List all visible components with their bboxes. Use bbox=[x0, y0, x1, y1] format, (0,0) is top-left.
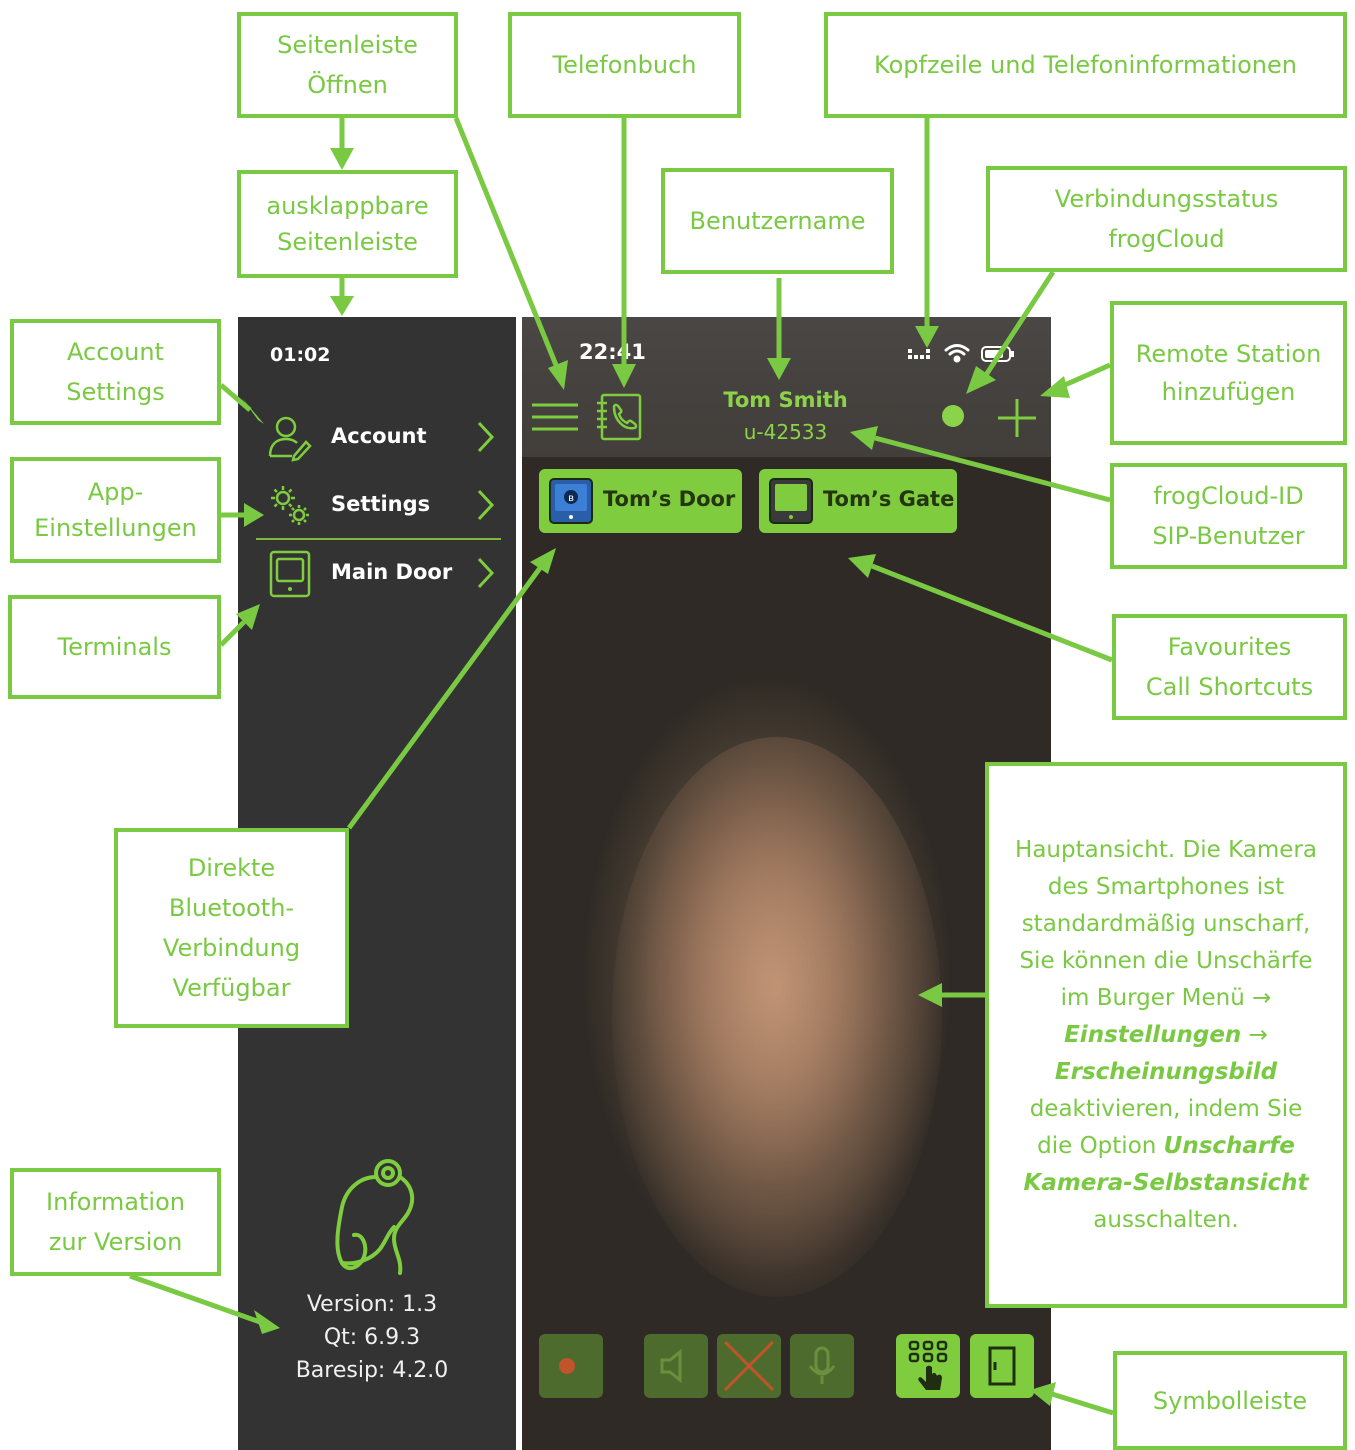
sidebar-item-main-door[interactable]: Main Door bbox=[238, 544, 516, 604]
annotation-remote-station: Remote Station hinzufügen bbox=[1110, 301, 1347, 445]
blurred-self-view bbox=[612, 737, 942, 1297]
sidebar-clock: 01:02 bbox=[270, 344, 331, 366]
baresip-version-text: Baresip: 4.2.0 bbox=[295, 1358, 449, 1383]
annotation-main-view: Hauptansicht. Die Kamera des Smartphones… bbox=[985, 762, 1347, 1308]
user-name: Tom Smith bbox=[723, 388, 848, 412]
annotation-bluetooth: Direkte Bluetooth- Verbindung Verfügbar bbox=[114, 828, 349, 1028]
add-remote-station-button[interactable] bbox=[996, 397, 1038, 439]
phonebook-icon[interactable] bbox=[594, 393, 644, 441]
sidebar-divider bbox=[256, 538, 501, 540]
chevron-right-icon bbox=[477, 489, 495, 521]
favourite-label: Tom’s Door bbox=[603, 487, 736, 511]
annotation-account-settings: Account Settings bbox=[10, 319, 221, 425]
annotation-frogcloud-id: frogCloud-ID SIP-Benutzer bbox=[1110, 463, 1347, 569]
microphone-button[interactable] bbox=[790, 1334, 854, 1398]
speaker-button[interactable] bbox=[644, 1334, 708, 1398]
version-text: Version: 1.3 bbox=[306, 1292, 438, 1317]
chevron-right-icon bbox=[477, 557, 495, 589]
terminal-icon bbox=[769, 478, 813, 524]
cloud-status-indicator bbox=[942, 405, 964, 427]
sidebar-item-label: Settings bbox=[331, 492, 431, 516]
main-camera-view: 22:41 Tom Smith u-42533 ʙ Tom’s Door Tom… bbox=[522, 317, 1051, 1450]
record-icon bbox=[559, 1358, 575, 1374]
sidebar-item-label: Main Door bbox=[331, 560, 453, 584]
record-button[interactable] bbox=[539, 1334, 603, 1398]
annotation-terminals: Terminals bbox=[8, 595, 221, 699]
sidebar-item-account[interactable]: Account bbox=[238, 408, 516, 468]
annotation-open-sidebar: Seitenleiste Öffnen bbox=[237, 12, 458, 118]
user-edit-icon bbox=[268, 416, 312, 462]
keypad-icon bbox=[908, 1340, 948, 1390]
frog-logo-icon bbox=[335, 1159, 415, 1275]
favourite-label: Tom’s Gate bbox=[823, 487, 955, 511]
status-icons bbox=[908, 344, 1014, 363]
qt-version-text: Qt: 6.9.3 bbox=[323, 1325, 421, 1350]
svg-text:ʙ: ʙ bbox=[568, 493, 574, 504]
door-open-button[interactable] bbox=[970, 1334, 1034, 1398]
wifi-icon bbox=[944, 344, 970, 363]
annotation-favourites: Favourites Call Shortcuts bbox=[1112, 614, 1347, 720]
status-clock: 22:41 bbox=[579, 340, 646, 364]
favourite-toms-gate[interactable]: Tom’s Gate bbox=[759, 469, 957, 533]
burger-menu-button[interactable] bbox=[532, 401, 578, 433]
bluetooth-terminal-icon: ʙ bbox=[549, 478, 593, 524]
door-icon bbox=[988, 1346, 1016, 1386]
annotation-header-info: Kopfzeile und Telefoninformationen bbox=[824, 12, 1347, 118]
microphone-icon bbox=[808, 1346, 836, 1384]
terminal-icon bbox=[269, 550, 311, 598]
signal-icon bbox=[908, 349, 930, 359]
chevron-right-icon bbox=[477, 421, 495, 453]
speaker-icon bbox=[660, 1348, 682, 1384]
annotation-connection-status: Verbindungsstatus frogCloud bbox=[986, 166, 1347, 272]
keypad-button[interactable] bbox=[896, 1334, 960, 1398]
user-id: u-42533 bbox=[743, 420, 828, 444]
annotation-app-settings: App- Einstellungen bbox=[10, 457, 221, 563]
annotation-version-info: Information zur Version bbox=[10, 1168, 221, 1276]
annotation-foldout-sidebar: ausklappbare Seitenleiste bbox=[237, 170, 458, 278]
annotation-username: Benutzername bbox=[661, 168, 894, 274]
battery-icon bbox=[981, 346, 1014, 362]
annotation-phonebook: Telefonbuch bbox=[508, 12, 741, 118]
sidebar-item-settings[interactable]: Settings bbox=[238, 476, 516, 536]
hangup-icon bbox=[723, 1340, 775, 1392]
sidebar-item-label: Account bbox=[331, 424, 427, 448]
hangup-button[interactable] bbox=[717, 1334, 781, 1398]
gears-icon bbox=[271, 486, 309, 525]
favourite-toms-door[interactable]: ʙ Tom’s Door bbox=[539, 469, 742, 533]
annotation-toolbar: Symbolleiste bbox=[1113, 1351, 1347, 1450]
